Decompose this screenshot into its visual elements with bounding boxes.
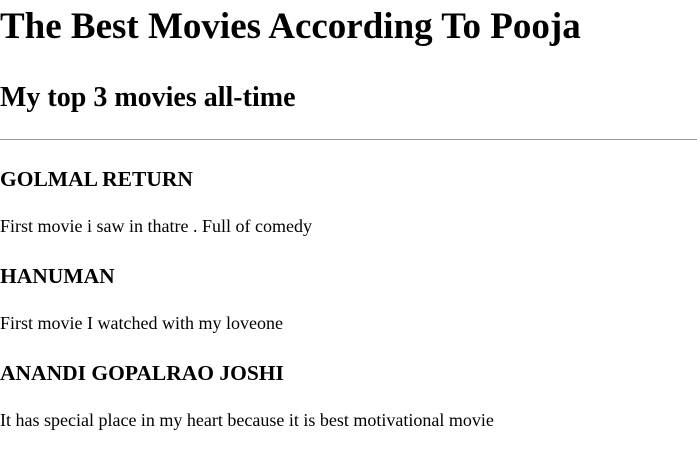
divider xyxy=(0,139,697,140)
movie-description: First movie i saw in thatre . Full of co… xyxy=(0,216,312,236)
page-title: The Best Movies According To Pooja xyxy=(0,6,581,47)
movie-title: GOLMAL RETURN xyxy=(0,167,193,191)
movie-item: HANUMAN First movie I watched with my lo… xyxy=(0,264,697,334)
movie-item: GOLMAL RETURN First movie i saw in thatr… xyxy=(0,167,697,237)
movie-item: ANANDI GOPALRAO JOSHI It has special pla… xyxy=(0,361,697,431)
page-subtitle: My top 3 movies all-time xyxy=(0,82,296,113)
movie-description: It has special place in my heart because… xyxy=(0,410,494,430)
movie-title: ANANDI GOPALRAO JOSHI xyxy=(0,361,284,385)
movie-title: HANUMAN xyxy=(0,264,115,288)
movie-description: First movie I watched with my loveone xyxy=(0,313,283,333)
